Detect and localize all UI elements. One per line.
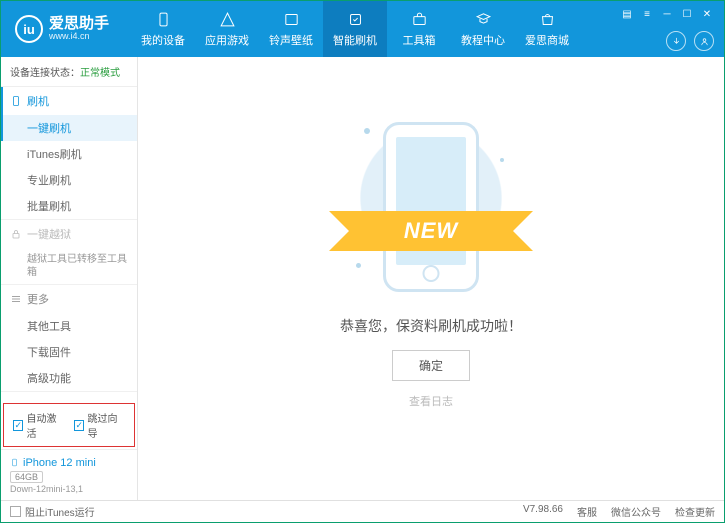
nav-label: 教程中心 bbox=[461, 32, 505, 48]
logo-icon: iu bbox=[15, 15, 43, 43]
app-title: 爱思助手 bbox=[49, 16, 109, 33]
checkbox-label: 阻止iTunes运行 bbox=[25, 504, 95, 519]
jailbreak-note: 越狱工具已转移至工具箱 bbox=[1, 248, 137, 284]
flash-icon bbox=[346, 11, 364, 29]
account-button[interactable] bbox=[694, 31, 714, 51]
phone-icon bbox=[10, 456, 19, 469]
nav-toolbox[interactable]: 工具箱 bbox=[387, 1, 451, 57]
sidebar-pro-flash[interactable]: 专业刷机 bbox=[1, 167, 137, 193]
sidebar-itunes-flash[interactable]: iTunes刷机 bbox=[1, 141, 137, 167]
section-more[interactable]: 更多 bbox=[1, 285, 137, 313]
success-message: 恭喜您，保资料刷机成功啦！ bbox=[340, 316, 522, 336]
ok-button[interactable]: 确定 bbox=[392, 350, 470, 381]
nav-store[interactable]: 爱思商城 bbox=[515, 1, 579, 57]
nav-label: 工具箱 bbox=[403, 32, 436, 48]
nav-ringtones[interactable]: 铃声壁纸 bbox=[259, 1, 323, 57]
checkbox-label: 自动激活 bbox=[26, 410, 64, 440]
phone-icon bbox=[10, 95, 22, 107]
store-icon bbox=[538, 11, 556, 29]
minimize-button[interactable]: ─ bbox=[660, 7, 674, 21]
nav-apps[interactable]: 应用游戏 bbox=[195, 1, 259, 57]
app-header: iu 爱思助手 www.i4.cn 我的设备 应用游戏 铃声壁纸 智能刷机 工具… bbox=[1, 1, 724, 57]
nav-label: 智能刷机 bbox=[333, 32, 377, 48]
checkbox-label: 跳过向导 bbox=[87, 410, 125, 440]
new-ribbon: NEW bbox=[351, 211, 511, 251]
main-content: NEW 恭喜您，保资料刷机成功啦！ 确定 查看日志 bbox=[138, 57, 724, 500]
wechat-link[interactable]: 微信公众号 bbox=[611, 504, 661, 519]
check-update-link[interactable]: 检查更新 bbox=[675, 504, 715, 519]
success-illustration: NEW bbox=[356, 108, 506, 298]
status-bar: 阻止iTunes运行 V7.98.66 客服 微信公众号 检查更新 bbox=[1, 500, 724, 522]
section-label: 更多 bbox=[27, 291, 49, 307]
support-link[interactable]: 客服 bbox=[577, 504, 597, 519]
sidebar-advanced[interactable]: 高级功能 bbox=[1, 365, 137, 391]
conn-label: 设备连接状态： bbox=[10, 68, 80, 79]
nav-tutorials[interactable]: 教程中心 bbox=[451, 1, 515, 57]
skip-guide-checkbox[interactable]: ✓跳过向导 bbox=[74, 410, 125, 440]
section-flash[interactable]: 刷机 bbox=[1, 87, 137, 115]
device-icon bbox=[154, 11, 172, 29]
device-model: Down-12mini-13,1 bbox=[10, 484, 128, 494]
nav-label: 我的设备 bbox=[141, 32, 185, 48]
conn-value: 正常模式 bbox=[80, 68, 120, 79]
menu-icon[interactable]: ▤ bbox=[620, 7, 634, 21]
menu-icon bbox=[10, 293, 22, 305]
close-button[interactable]: ✕ bbox=[700, 7, 714, 21]
view-log-link[interactable]: 查看日志 bbox=[409, 393, 453, 409]
section-label: 刷机 bbox=[27, 93, 49, 109]
sidebar-download-firmware[interactable]: 下载固件 bbox=[1, 339, 137, 365]
device-info[interactable]: iPhone 12 mini 64GB Down-12mini-13,1 bbox=[1, 449, 137, 500]
sidebar-batch-flash[interactable]: 批量刷机 bbox=[1, 193, 137, 219]
version-label: V7.98.66 bbox=[523, 504, 563, 519]
section-jailbreak[interactable]: 一键越狱 bbox=[1, 220, 137, 248]
lock-icon bbox=[10, 228, 22, 240]
sidebar-oneclick-flash[interactable]: 一键刷机 bbox=[1, 115, 137, 141]
block-itunes-checkbox[interactable]: 阻止iTunes运行 bbox=[10, 504, 95, 519]
auto-activate-checkbox[interactable]: ✓自动激活 bbox=[13, 410, 64, 440]
nav-label: 爱思商城 bbox=[525, 32, 569, 48]
nav-label: 铃声壁纸 bbox=[269, 32, 313, 48]
wallpaper-icon bbox=[282, 11, 300, 29]
logo: iu 爱思助手 www.i4.cn bbox=[1, 15, 123, 43]
device-name: iPhone 12 mini bbox=[10, 456, 128, 469]
settings-icon[interactable]: ≡ bbox=[640, 7, 654, 21]
sidebar: 设备连接状态：正常模式 刷机 一键刷机 iTunes刷机 专业刷机 批量刷机 一… bbox=[1, 57, 138, 500]
main-nav: 我的设备 应用游戏 铃声壁纸 智能刷机 工具箱 教程中心 爱思商城 bbox=[131, 1, 579, 57]
section-label: 一键越狱 bbox=[27, 226, 71, 242]
nav-flash[interactable]: 智能刷机 bbox=[323, 1, 387, 57]
sidebar-other-tools[interactable]: 其他工具 bbox=[1, 313, 137, 339]
device-storage: 64GB bbox=[10, 471, 43, 483]
apps-icon bbox=[218, 11, 236, 29]
options-highlight: ✓自动激活 ✓跳过向导 bbox=[3, 403, 135, 447]
maximize-button[interactable]: ☐ bbox=[680, 7, 694, 21]
tutorial-icon bbox=[474, 11, 492, 29]
nav-label: 应用游戏 bbox=[205, 32, 249, 48]
download-button[interactable] bbox=[666, 31, 686, 51]
toolbox-icon bbox=[410, 11, 428, 29]
window-controls: ▤ ≡ ─ ☐ ✕ bbox=[620, 7, 714, 21]
nav-my-device[interactable]: 我的设备 bbox=[131, 1, 195, 57]
connection-status: 设备连接状态：正常模式 bbox=[1, 57, 137, 87]
app-url: www.i4.cn bbox=[49, 32, 109, 42]
